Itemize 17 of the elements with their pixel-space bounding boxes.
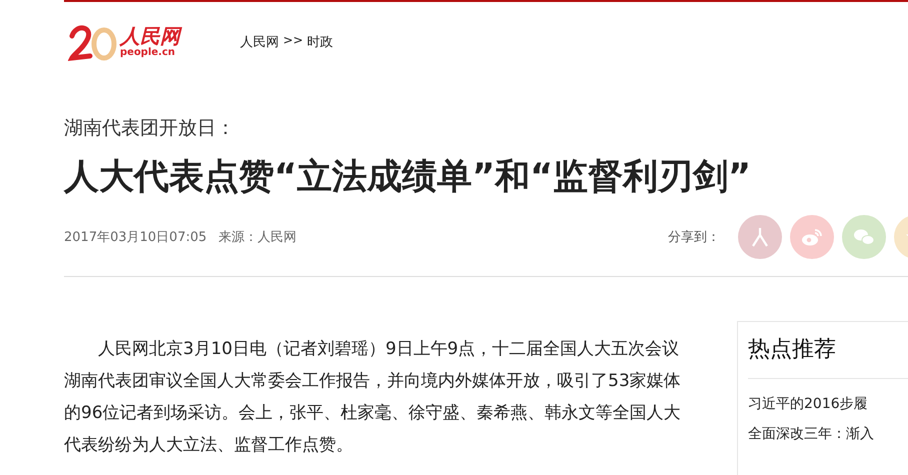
- breadcrumb-link[interactable]: 时政: [307, 33, 334, 51]
- article-title: 人大代表点赞“立法成绩单”和“监督利刃剑”: [64, 156, 752, 199]
- share-wechat-button[interactable]: [842, 215, 886, 259]
- breadcrumb-link[interactable]: 人民网: [240, 33, 279, 51]
- share-people-button[interactable]: [738, 215, 782, 259]
- article-paragraph: 人民网北京3月10日电（记者刘碧瑶）9日上午9点，十二届全国人大五次会议湖南代表团审议全国人大常委会工作报告，并向境内外媒体开放，吸引了53家媒体的96位记者到场采访。会上，张平、杜家毫、徐守盛、秦希燕、韩永文等全国人大代表纷纷为人大立法、监督工作点赞。: [64, 338, 682, 457]
- article-subtitle: 湖南代表团开放日：: [64, 116, 236, 140]
- logo-name[interactable]: 人民网: [120, 25, 180, 47]
- logo-domain[interactable]: people.cn: [120, 47, 176, 59]
- sidebar-title: 热点推荐: [748, 336, 837, 364]
- article-source: 来源：人民网: [218, 229, 297, 246]
- share-label: 分享到：: [668, 229, 720, 246]
- breadcrumb-separator: >>: [283, 33, 304, 49]
- publish-date: 2017年03月10日07:05: [64, 229, 207, 246]
- sidebar-link[interactable]: 习近平的2016步履: [748, 389, 908, 419]
- sidebar-link[interactable]: 全面深改三年：渐入: [748, 419, 908, 449]
- share-weibo-button[interactable]: [790, 215, 834, 259]
